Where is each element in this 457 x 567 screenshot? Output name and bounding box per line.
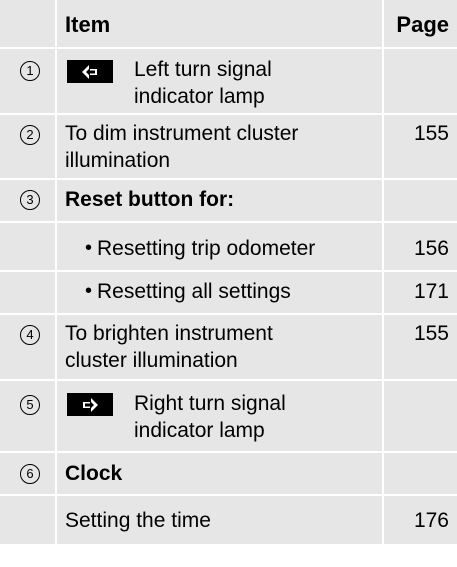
row-number: 2 [20,125,40,145]
bullet: • [85,237,93,259]
row-text-line1: Right turn signal [134,392,286,415]
table-row: • Resetting trip odometer 156 [0,223,457,272]
row-number: 6 [20,464,40,484]
row-text: Setting the time [65,509,211,532]
row-text-line2: cluster illumination [65,349,238,372]
reference-table: Item Page 1 Left turn signal indicator l… [0,0,457,546]
row-page: 156 [413,237,449,260]
table-header: Item Page [0,0,457,49]
table-row: • Resetting all settings 171 [0,272,457,315]
row-number: 1 [20,61,40,81]
row-text-line2: illumination [65,149,171,172]
table-row: 1 Left turn signal indicator lamp [0,49,457,115]
row-heading: Clock [65,462,123,485]
row-page [382,381,457,451]
row-page: 155 [413,322,449,345]
table-row: 6 Clock [0,453,457,496]
row-page: 176 [413,509,449,532]
table-row: 4 To brighten instrument cluster illumin… [0,315,457,381]
row-number: 4 [20,325,40,345]
row-page: 171 [413,280,449,303]
row-text-line2: indicator lamp [134,85,265,108]
table-row: 2 To dim instrument cluster illumination… [0,115,457,180]
row-page [382,49,457,113]
row-text-line1: To dim instrument cluster [65,122,299,145]
row-text: Resetting trip odometer [97,237,316,260]
table-row: Setting the time 176 [0,496,457,546]
table-row: 5 Right turn signal indicator lamp [0,381,457,453]
bullet: • [85,280,93,302]
row-page [382,180,457,221]
header-page: Page [382,0,457,47]
row-page: 155 [413,122,449,145]
row-text-line1: Left turn signal [134,58,272,81]
left-turn-signal-icon [67,60,113,83]
row-text-line2: indicator lamp [134,419,265,442]
row-number: 5 [20,395,40,415]
row-heading: Reset button for: [65,188,235,211]
row-page [382,453,457,494]
row-number: 3 [20,190,40,210]
row-text-line1: To brighten instrument [65,322,273,345]
right-turn-signal-icon [67,393,113,416]
row-text: Resetting all settings [97,280,291,303]
header-num-cell [0,0,57,47]
header-item: Item [65,12,111,37]
table-row: 3 Reset button for: [0,180,457,223]
